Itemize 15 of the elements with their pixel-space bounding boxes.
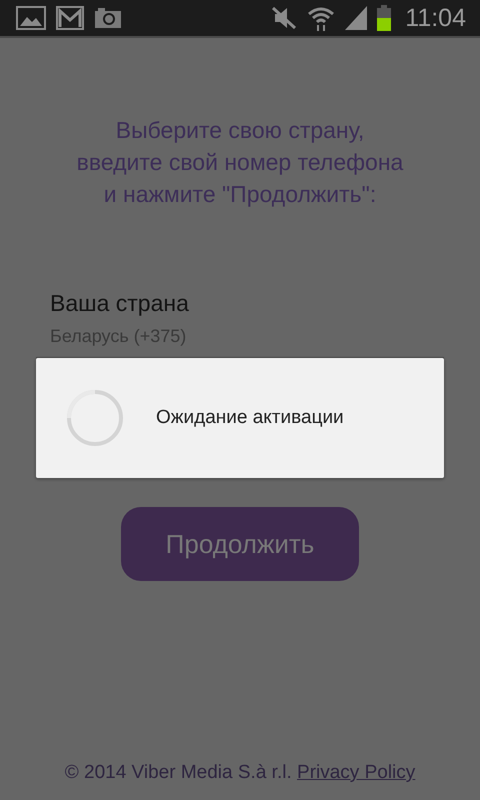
wifi-icon [307,5,336,31]
camera-icon [94,7,122,29]
copyright-text: © 2014 Viber Media S.à r.l. [64,762,292,783]
loading-spinner-icon [66,389,124,447]
country-label: Ваша страна [50,290,190,317]
instructions-text: Выберите свою страну, введите свой номер телефона и нажмите "Продолжить": [76,116,404,209]
dialog-message: Ожидание активации [156,407,344,429]
clock-time: 11:04 [405,4,466,32]
muted-speaker-icon [271,6,298,30]
privacy-policy-link[interactable]: Privacy Policy [297,762,416,783]
gallery-icon [16,6,46,30]
signal-icon [345,6,368,30]
battery-icon [377,5,392,31]
mail-icon [56,6,84,30]
continue-button[interactable]: Продолжить [121,507,359,581]
